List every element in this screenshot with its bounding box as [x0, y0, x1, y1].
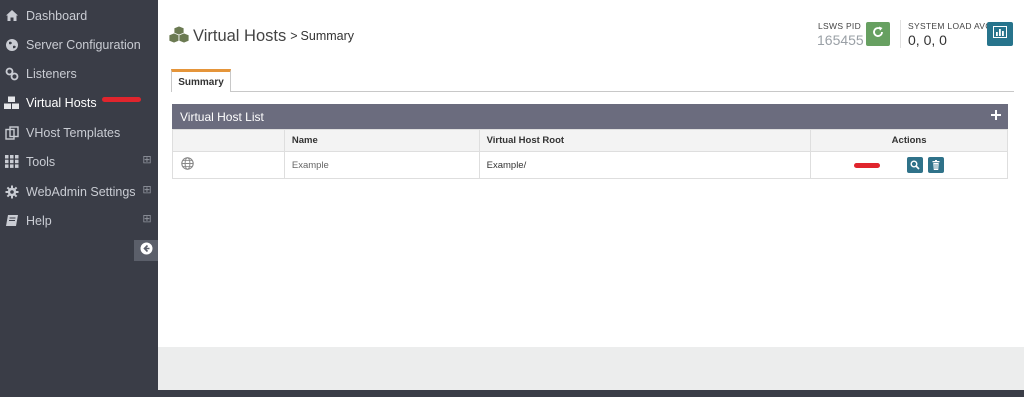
column-header-name: Name — [283, 129, 480, 152]
book-icon — [2, 213, 22, 229]
sidebar-item-listeners[interactable]: Listeners — [0, 59, 158, 88]
view-icon — [910, 160, 920, 170]
panel-title: Virtual Host List — [180, 109, 264, 124]
add-virtual-host-button[interactable] — [988, 108, 1004, 124]
delete-button[interactable] — [927, 157, 944, 173]
sidebar-item-virtual-hosts[interactable]: Virtual Hosts — [0, 88, 158, 117]
globe-icon — [181, 157, 194, 173]
sidebar-item-label: Tools — [26, 154, 56, 169]
sidebar-item-label: Virtual Hosts — [26, 95, 97, 110]
column-header-actions: Actions — [810, 129, 1008, 152]
arrow-left-circle-icon — [140, 242, 153, 260]
cubes-icon — [168, 25, 190, 46]
sidebar: Dashboard Server Configuration Listeners… — [0, 0, 158, 397]
breadcrumb-current: Summary — [300, 29, 355, 43]
expand-icon[interactable]: ⊞ — [142, 214, 152, 225]
sidebar-item-tools[interactable]: Tools ⊞ — [0, 147, 158, 176]
column-header-root: Virtual Host Root — [478, 129, 812, 152]
annotation-underline — [854, 163, 881, 168]
annotation-underline — [102, 97, 141, 102]
globe-icon — [2, 37, 22, 53]
main-content: Virtual Hosts > Summary LSWS PID 165455 … — [158, 0, 1024, 397]
vhost-root-cell: Example/ — [478, 151, 812, 179]
virtual-host-list-header: Virtual Host List — [172, 104, 1008, 129]
footer — [158, 347, 1024, 390]
home-icon — [2, 8, 22, 24]
sidebar-item-label: Listeners — [26, 66, 77, 81]
collapse-sidebar-button[interactable] — [134, 240, 158, 261]
table-header-row: Name Virtual Host Root Actions — [172, 129, 1008, 152]
page-title: Virtual Hosts > Summary — [168, 25, 355, 46]
page-title-text: Virtual Hosts — [193, 26, 287, 45]
grid-icon — [2, 154, 22, 170]
tabs-baseline — [172, 91, 1014, 92]
trash-icon — [932, 160, 940, 170]
vhost-name-cell[interactable]: Example — [283, 151, 480, 179]
restart-button[interactable] — [866, 22, 890, 46]
pid-value: 165455 — [817, 32, 864, 48]
bar-chart-icon — [993, 25, 1007, 43]
cubes-icon — [2, 95, 22, 111]
refresh-icon — [872, 25, 884, 43]
sidebar-item-dashboard[interactable]: Dashboard — [0, 1, 158, 30]
sidebar-item-server-configuration[interactable]: Server Configuration — [0, 30, 158, 59]
sidebar-item-vhost-templates[interactable]: VHost Templates — [0, 118, 158, 147]
table-row: Example Example/ — [172, 151, 1008, 179]
sidebar-item-label: VHost Templates — [26, 125, 121, 140]
divider — [900, 20, 901, 48]
actions-cell — [810, 151, 1008, 179]
view-button[interactable] — [907, 157, 924, 173]
gear-icon — [2, 184, 22, 200]
expand-icon[interactable]: ⊞ — [142, 185, 152, 196]
pid-label: LSWS PID — [818, 21, 862, 31]
copy-icon — [2, 125, 22, 141]
sidebar-item-label: WebAdmin Settings — [26, 184, 136, 199]
virtual-host-table: Name Virtual Host Root Actions Example E… — [172, 129, 1008, 179]
bottom-bar — [0, 390, 1024, 397]
breadcrumb-separator: > — [290, 29, 298, 43]
link-icon — [2, 66, 22, 82]
plus-icon — [991, 109, 1001, 123]
sidebar-item-help[interactable]: Help ⊞ — [0, 206, 158, 235]
load-label: SYSTEM LOAD AVG — [908, 21, 993, 31]
sidebar-item-webadmin-settings[interactable]: WebAdmin Settings ⊞ — [0, 177, 158, 206]
sidebar-item-label: Server Configuration — [26, 37, 141, 52]
expand-icon[interactable]: ⊞ — [142, 155, 152, 166]
sidebar-item-label: Dashboard — [26, 8, 88, 23]
column-header-icon — [172, 129, 285, 152]
load-value: 0, 0, 0 — [908, 32, 947, 48]
sidebar-item-label: Help — [26, 213, 52, 228]
row-icon-cell — [172, 151, 285, 179]
real-time-stats-button[interactable] — [987, 22, 1013, 46]
tab-summary[interactable]: Summary — [171, 69, 231, 92]
